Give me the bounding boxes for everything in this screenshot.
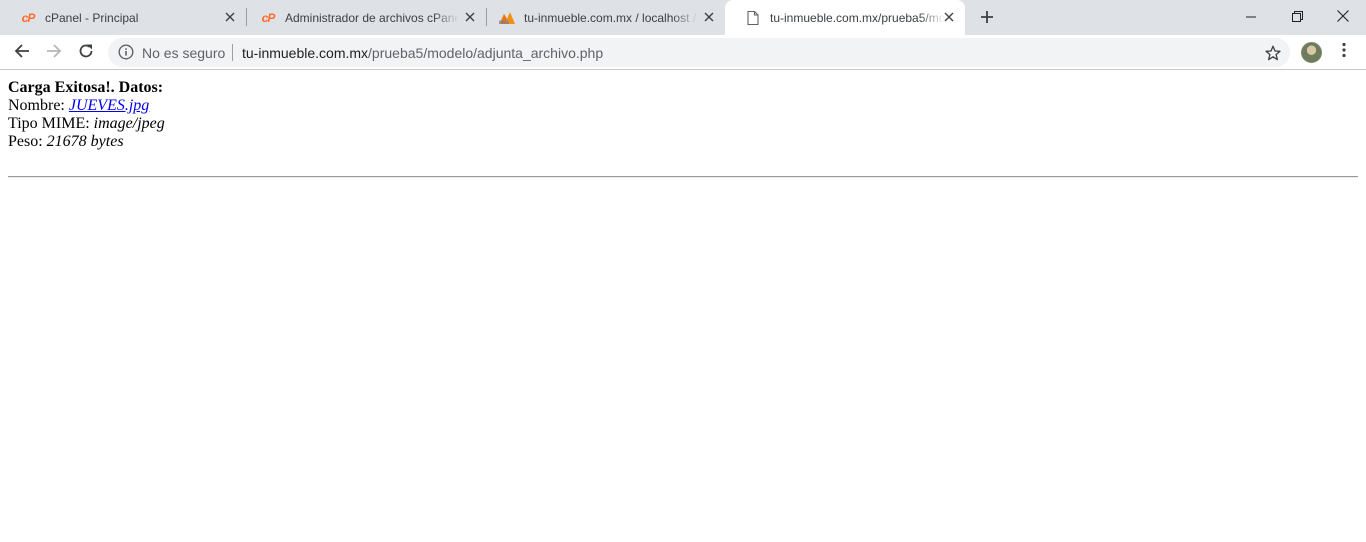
close-tab-icon[interactable] (701, 9, 717, 25)
arrow-right-icon (46, 43, 62, 63)
minimize-icon (1246, 7, 1256, 26)
cpanel-icon: cP (261, 10, 276, 25)
tab-phpmyadmin[interactable]: PMA tu-inmueble.com.mx / localhost / (479, 0, 725, 35)
file-size-label: Peso: (8, 133, 47, 150)
tab-cpanel-principal[interactable]: cP cPanel - Principal (0, 0, 246, 35)
close-icon (1337, 7, 1349, 26)
address-bar[interactable]: No es seguro tu-inmueble.com.mx/prueba5/… (108, 38, 1290, 67)
close-tab-icon[interactable] (222, 9, 238, 25)
file-size-row: Peso: 21678 bytes (8, 133, 1358, 151)
tab-strip: cP cPanel - Principal cP Administrador d… (0, 0, 1366, 35)
page-content: Carga Exitosa!. Datos: Nombre: JUEVES.jp… (8, 79, 1358, 151)
info-icon[interactable] (118, 44, 134, 60)
url-text[interactable]: tu-inmueble.com.mx/prueba5/modelo/adjunt… (242, 45, 603, 61)
url-host: tu-inmueble.com.mx (242, 45, 369, 61)
tab-title: tu-inmueble.com.mx/prueba5/modelo/adjunt… (770, 10, 945, 25)
security-status[interactable]: No es seguro (142, 45, 225, 61)
tab-administrador-archivos[interactable]: cP Administrador de archivos cPanel (240, 0, 486, 35)
close-tab-icon[interactable] (941, 9, 957, 25)
more-vert-icon (1342, 42, 1346, 62)
plus-icon (980, 9, 994, 28)
tab-title: tu-inmueble.com.mx / localhost / (524, 10, 697, 25)
phpmyadmin-icon: PMA (498, 10, 516, 26)
restore-icon (1291, 7, 1303, 26)
reload-icon (78, 43, 94, 63)
restore-button[interactable] (1274, 0, 1320, 32)
mime-type-label: Tipo MIME: (8, 115, 94, 132)
back-button[interactable] (8, 39, 36, 67)
upload-result-heading: Carga Exitosa!. Datos: (8, 79, 164, 96)
tab-title: Administrador de archivos cPanel (285, 10, 459, 25)
bookmark-star-icon[interactable] (1264, 44, 1282, 62)
browser-toolbar: No es seguro tu-inmueble.com.mx/prueba5/… (0, 35, 1366, 70)
mime-type-row: Tipo MIME: image/jpeg (8, 115, 1358, 133)
omnibox-divider (232, 44, 233, 61)
url-path: /prueba5/modelo/adjunta_archivo.php (368, 45, 604, 61)
profile-avatar[interactable] (1301, 42, 1322, 63)
forward-button[interactable] (40, 39, 68, 67)
document-icon (744, 10, 762, 26)
close-tab-icon[interactable] (462, 9, 478, 25)
horizontal-rule (8, 176, 1358, 178)
file-name-link[interactable]: JUEVES.jpg (69, 97, 149, 114)
file-name-row: Nombre: JUEVES.jpg (8, 97, 1358, 115)
file-name-label: Nombre: (8, 97, 69, 114)
new-tab-button[interactable] (975, 6, 999, 30)
minimize-button[interactable] (1228, 0, 1274, 32)
arrow-left-icon (14, 43, 30, 63)
mime-type-value: image/jpeg (93, 115, 165, 132)
svg-text:PMA: PMA (499, 20, 510, 25)
close-window-button[interactable] (1320, 0, 1366, 32)
tab-adjunta-archivo[interactable]: tu-inmueble.com.mx/prueba5/modelo/adjunt… (725, 0, 965, 35)
file-size-value: 21678 bytes (46, 133, 124, 150)
cpanel-icon: cP (21, 10, 36, 25)
browser-menu-button[interactable] (1334, 42, 1354, 62)
tab-title: cPanel - Principal (45, 10, 139, 25)
reload-button[interactable] (72, 39, 100, 67)
